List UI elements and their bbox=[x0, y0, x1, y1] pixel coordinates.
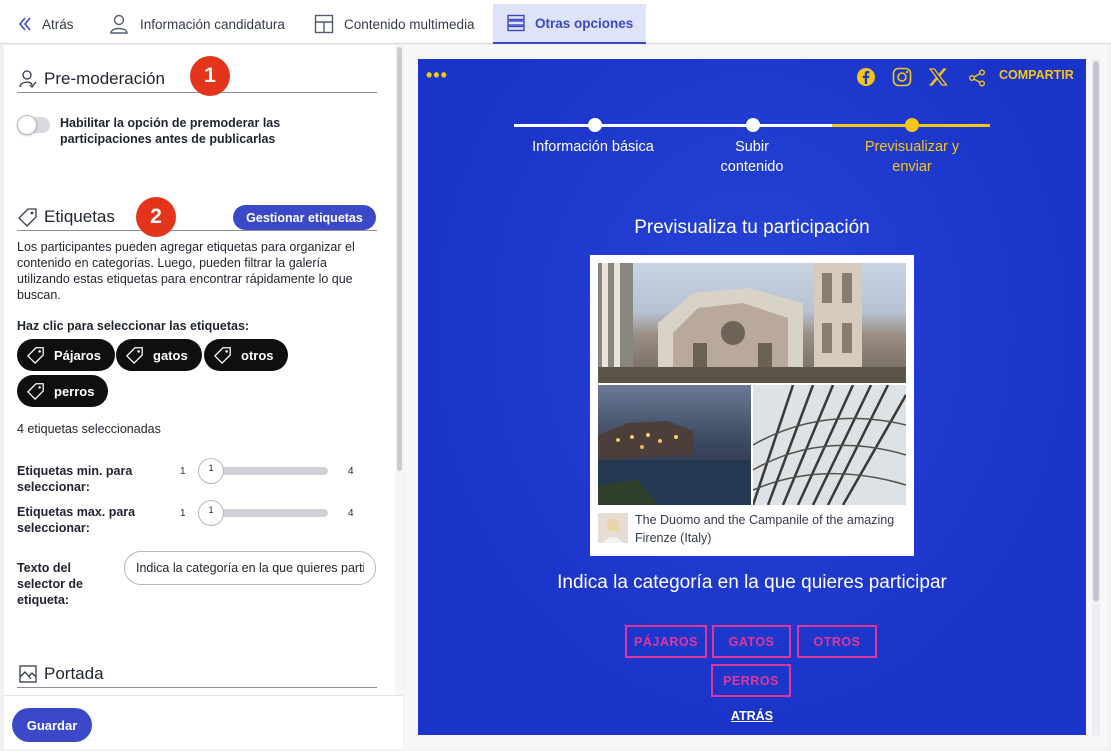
layout-icon bbox=[314, 14, 334, 34]
tag-chip[interactable]: Pájaros bbox=[17, 339, 115, 371]
photo-duomo bbox=[598, 263, 906, 383]
photo-harbour bbox=[598, 385, 751, 505]
tag-chip-label: perros bbox=[54, 383, 95, 399]
tags-select-title: Haz clic para seleccionar las etiquetas: bbox=[17, 319, 250, 333]
tag-icon bbox=[27, 346, 45, 364]
save-button[interactable]: Guardar bbox=[12, 708, 92, 742]
slider-track[interactable] bbox=[208, 509, 328, 517]
tag-chip-label: Pájaros bbox=[54, 347, 101, 363]
slider-min-label: 1 bbox=[180, 508, 186, 519]
tab-other-options[interactable]: Otras opciones bbox=[493, 4, 646, 44]
menu-dots-icon[interactable]: ••• bbox=[426, 65, 448, 86]
premoderation-toggle-label: Habilitar la opción de premoderar las pa… bbox=[60, 116, 281, 146]
premoderation-toggle[interactable] bbox=[17, 115, 50, 135]
preview-canvas: ••• COMPARTIR Información básica Subir c… bbox=[418, 59, 1086, 735]
category-button[interactable]: OTROS bbox=[797, 625, 877, 658]
slider-max-label: 4 bbox=[348, 466, 354, 477]
preview-back-label: ATRÁS bbox=[730, 709, 774, 723]
category-button[interactable]: GATOS bbox=[712, 625, 791, 658]
settings-panel: Pre-moderación 1 Habilitar la opción de … bbox=[4, 45, 403, 749]
tags-description: Los participantes pueden agregar etiquet… bbox=[17, 240, 355, 302]
category-button[interactable]: PÁJAROS bbox=[625, 625, 707, 658]
settings-footer: Guardar bbox=[4, 695, 403, 749]
selector-text-input[interactable] bbox=[124, 551, 376, 585]
min-tags-slider[interactable]: 1 1 4 bbox=[180, 458, 360, 486]
step-badge-2: 2 bbox=[136, 197, 176, 237]
author-avatar bbox=[598, 513, 628, 543]
tab-other-options-label: Otras opciones bbox=[535, 15, 634, 31]
submission-card: The Duomo and the Campanile of the amazi… bbox=[590, 255, 914, 556]
share-icon[interactable] bbox=[968, 69, 986, 92]
category-question: Indica la categoría en la que quieres pa… bbox=[557, 572, 947, 593]
tab-multimedia[interactable]: Contenido multimedia bbox=[314, 4, 475, 44]
preview-title: Previsualiza tu participación bbox=[634, 217, 870, 238]
x-twitter-icon[interactable] bbox=[928, 67, 948, 92]
slider-thumb[interactable]: 1 bbox=[198, 500, 224, 526]
premoderation-title: Pre-moderación bbox=[44, 68, 165, 88]
preview-back-link[interactable]: ATRÁS bbox=[418, 709, 1086, 723]
settings-scrollbar[interactable] bbox=[395, 45, 403, 695]
step-dot-1 bbox=[588, 118, 602, 132]
cover-header: Portada bbox=[17, 660, 377, 688]
slider-min-label: 1 bbox=[180, 466, 186, 477]
tag-chip[interactable]: otros bbox=[204, 339, 288, 371]
image-icon bbox=[17, 663, 39, 685]
preview-scrollbar[interactable] bbox=[1092, 59, 1100, 735]
tag-icon bbox=[126, 346, 144, 364]
slider-max-label: 4 bbox=[348, 508, 354, 519]
back-tab-label: Atrás bbox=[42, 16, 74, 32]
slider-thumb[interactable]: 1 bbox=[198, 458, 224, 484]
list-icon bbox=[507, 14, 525, 32]
manage-tags-button[interactable]: Gestionar etiquetas bbox=[233, 205, 376, 230]
tag-chip-label: otros bbox=[241, 347, 274, 363]
tags-title: Etiquetas bbox=[44, 206, 115, 226]
tab-candidacy-info-label: Información candidatura bbox=[140, 16, 285, 32]
top-tab-bar: Atrás Información candidatura Contenido … bbox=[0, 0, 1111, 44]
min-tags-label: Etiquetas min. para seleccionar: bbox=[17, 464, 133, 494]
preview-panel: ••• COMPARTIR Información básica Subir c… bbox=[404, 45, 1108, 749]
back-tab[interactable]: Atrás bbox=[18, 4, 74, 44]
slider-track[interactable] bbox=[208, 467, 328, 475]
user-check-icon bbox=[17, 68, 39, 90]
photo-caption: The Duomo and the Campanile of the amazi… bbox=[635, 513, 895, 545]
tag-icon bbox=[214, 346, 232, 364]
chevron-left-icon bbox=[18, 16, 32, 32]
selector-text-label: Texto del selector de etiqueta: bbox=[17, 561, 84, 607]
selected-tags-count: 4 etiquetas seleccionadas bbox=[17, 422, 161, 436]
facebook-icon[interactable] bbox=[856, 67, 876, 92]
step-dot-2 bbox=[746, 118, 760, 132]
stepper-line-done bbox=[514, 124, 832, 127]
preview-scroll-thumb[interactable] bbox=[1093, 61, 1099, 601]
tag-icon bbox=[27, 382, 45, 400]
toggle-knob bbox=[17, 115, 37, 135]
max-tags-slider[interactable]: 1 1 4 bbox=[180, 500, 360, 528]
share-button[interactable]: COMPARTIR bbox=[999, 68, 1074, 82]
tag-icon bbox=[17, 206, 39, 228]
user-icon bbox=[108, 14, 130, 34]
category-button[interactable]: PERROS bbox=[711, 664, 791, 697]
settings-scroll-thumb[interactable] bbox=[397, 47, 402, 471]
max-tags-label: Etiquetas max. para seleccionar: bbox=[17, 505, 136, 535]
tab-candidacy-info[interactable]: Información candidatura bbox=[108, 4, 285, 44]
step-label-preview: Previsualizar y enviar bbox=[864, 139, 960, 175]
tag-chip[interactable]: perros bbox=[17, 375, 109, 407]
instagram-icon[interactable] bbox=[892, 67, 912, 92]
step-label-basic-info: Información básica bbox=[532, 139, 654, 155]
tag-chip-label: gatos bbox=[153, 347, 188, 363]
tag-chip[interactable]: gatos bbox=[116, 339, 202, 371]
photo-architecture bbox=[753, 385, 906, 505]
step-label-upload: Subir contenido bbox=[720, 139, 784, 175]
step-dot-3 bbox=[905, 118, 919, 132]
cover-title: Portada bbox=[44, 663, 104, 683]
step-badge-1: 1 bbox=[190, 56, 230, 96]
tab-multimedia-label: Contenido multimedia bbox=[344, 16, 475, 32]
